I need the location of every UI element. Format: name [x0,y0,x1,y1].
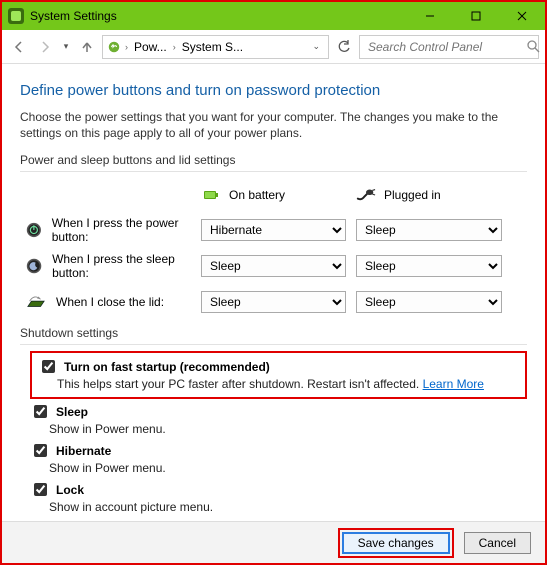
save-button[interactable]: Save changes [342,532,450,554]
sleep-sub: Show in Power menu. [49,422,521,436]
close-button[interactable] [499,2,545,30]
breadcrumb-seg-1[interactable]: Pow... [132,40,169,54]
hibernate-checkbox[interactable] [34,444,47,457]
row-close-lid: When I close the lid: Do nothingSleepHib… [26,284,521,320]
row-label-text: When I press the sleep button: [52,252,183,280]
power-grid: On battery Plugged in [26,178,521,320]
cancel-button[interactable]: Cancel [464,532,531,554]
breadcrumb-label: System S... [182,40,243,54]
col-battery-header: On battery [191,185,346,205]
plug-icon [356,185,376,205]
lid-battery-select[interactable]: Do nothingSleepHibernateShut down [201,291,346,313]
fast-startup-sub: This helps start your PC faster after sh… [57,377,519,391]
col-battery-label: On battery [229,188,285,202]
lid-plugged-select[interactable]: Do nothingSleepHibernateShut down [356,291,502,313]
row-label-text: When I close the lid: [56,295,164,309]
fast-startup-checkbox[interactable] [42,360,55,373]
lid-icon [26,292,46,312]
sleep-button-plugged-select[interactable]: Do nothingSleepHibernateShut down [356,255,502,277]
window-frame: System Settings ▾ › [0,0,547,565]
col-plugged-label: Plugged in [384,188,441,202]
power-plan-icon [107,40,121,54]
sleep-button-battery-select[interactable]: Do nothingSleepHibernateShut down [201,255,346,277]
path-dropdown[interactable]: ⌄ [308,41,324,52]
history-dropdown[interactable]: ▾ [60,41,72,52]
titlebar: System Settings [2,2,545,30]
breadcrumb-seg-2[interactable]: System S... [180,40,245,54]
sleep-option: Sleep Show in Power menu. [30,401,527,438]
fast-startup-title: Turn on fast startup (recommended) [64,360,270,374]
page-subtext: Choose the power settings that you want … [20,109,527,141]
footer: Save changes Cancel [2,521,545,563]
sleep-title: Sleep [56,405,88,419]
search-box[interactable] [359,35,539,59]
window-title: System Settings [30,9,407,23]
battery-icon [201,185,221,205]
shutdown-section-label: Shutdown settings [20,326,527,340]
divider [20,171,527,172]
col-plugged-header: Plugged in [346,185,506,205]
power-grid-header: On battery Plugged in [26,178,521,212]
fast-startup-sub-text: This helps start your PC faster after sh… [57,377,423,391]
page-title: Define power buttons and turn on passwor… [20,82,527,99]
search-icon [527,40,540,53]
hibernate-option: Hibernate Show in Power menu. [30,440,527,477]
sleep-button-icon [26,256,42,276]
address-bar: ▾ › Pow... › System S... ⌄ [2,30,545,64]
row-sleep-button: When I press the sleep button: Do nothin… [26,248,521,284]
breadcrumb-label: Pow... [134,40,167,54]
lock-option: Lock Show in account picture menu. [30,479,527,516]
chevron-right-icon: › [125,42,128,52]
hibernate-title: Hibernate [56,444,111,458]
lock-title: Lock [56,483,84,497]
up-button[interactable] [76,36,98,58]
refresh-button[interactable] [333,36,355,58]
power-button-battery-select[interactable]: Do nothingSleepHibernateShut down [201,219,346,241]
breadcrumb[interactable]: › Pow... › System S... ⌄ [102,35,329,59]
hibernate-sub: Show in Power menu. [49,461,521,475]
power-section-label: Power and sleep buttons and lid settings [20,153,527,167]
sleep-checkbox[interactable] [34,405,47,418]
lock-sub: Show in account picture menu. [49,500,521,514]
back-button[interactable] [8,36,30,58]
learn-more-link[interactable]: Learn More [423,377,484,391]
save-highlight: Save changes [338,528,454,558]
row-label-text: When I press the power button: [52,216,183,244]
power-button-icon [26,220,42,240]
fast-startup-highlight: Turn on fast startup (recommended) This … [30,351,527,399]
chevron-right-icon: › [173,42,176,52]
search-input[interactable] [366,39,527,55]
app-icon [8,8,24,24]
window-buttons [407,2,545,30]
content-area: Define power buttons and turn on passwor… [2,64,545,521]
minimize-button[interactable] [407,2,453,30]
row-power-button: When I press the power button: Do nothin… [26,212,521,248]
maximize-button[interactable] [453,2,499,30]
lock-checkbox[interactable] [34,483,47,496]
divider [20,344,527,345]
forward-button[interactable] [34,36,56,58]
power-button-plugged-select[interactable]: Do nothingSleepHibernateShut down [356,219,502,241]
